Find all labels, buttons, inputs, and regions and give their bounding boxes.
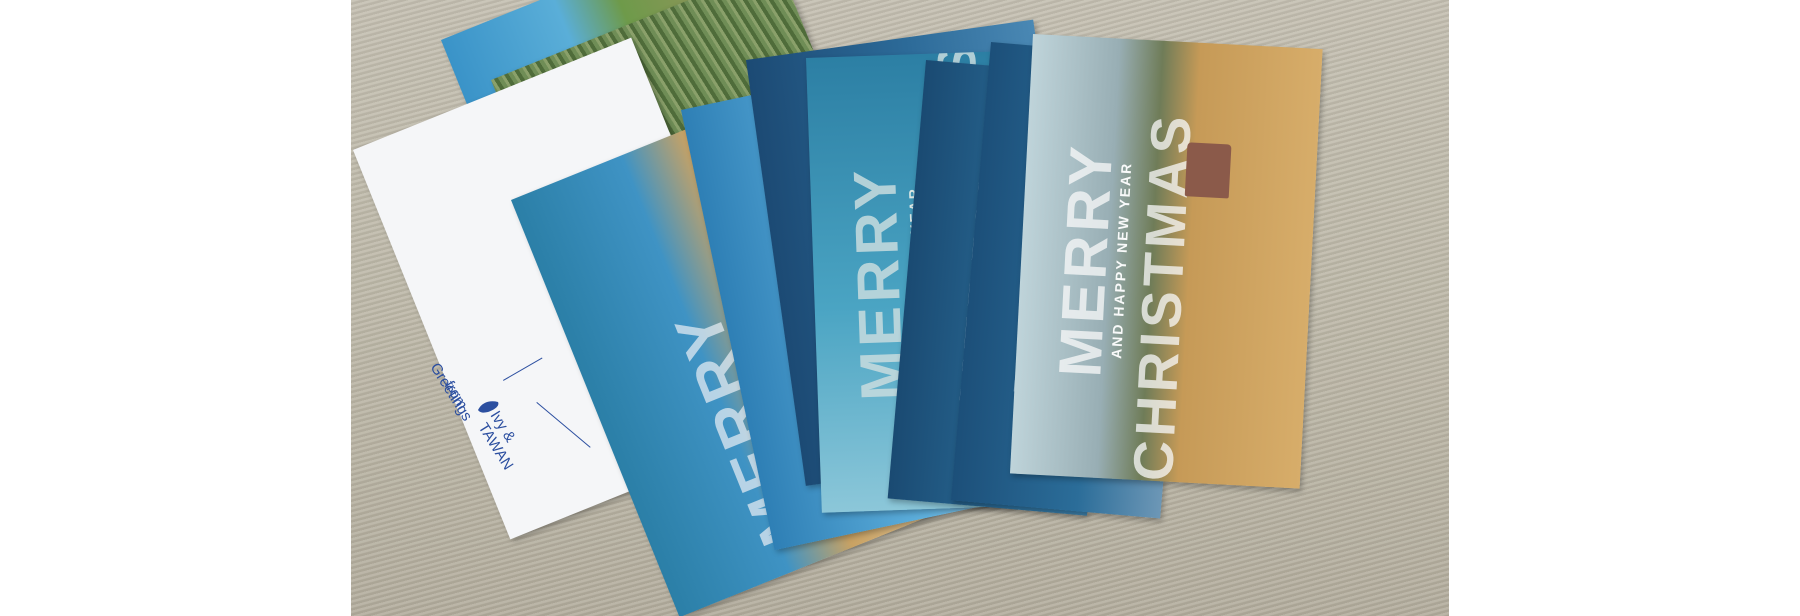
postcard-front-sand: MERRY AND HAPPY NEW YEAR CHRISTMAS [1009, 34, 1323, 489]
pavilion-shape [1184, 142, 1232, 199]
postcards-photo: Greetings from Ivy & TAWAN MERRY CHRISTM… [351, 0, 1449, 616]
